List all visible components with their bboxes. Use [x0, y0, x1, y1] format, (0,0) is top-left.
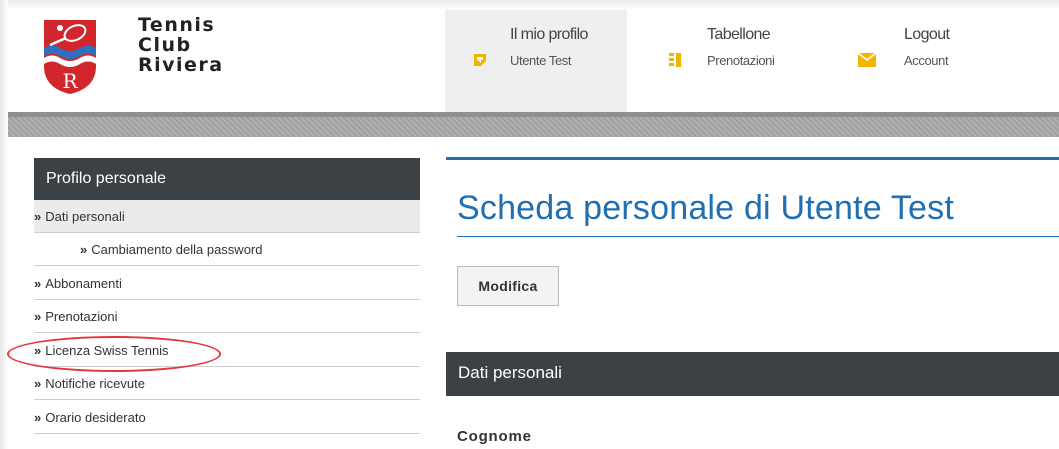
sidebar-item-orario-desiderato[interactable]: » Orario desiderato: [34, 401, 420, 434]
nav-tabellone[interactable]: Tabellone Prenotazioni: [627, 10, 827, 112]
shield-letter: R: [62, 69, 78, 93]
window-shadow-left: [0, 0, 8, 449]
sidebar-item-label: Dati personali: [45, 209, 125, 224]
page-title: Scheda personale di Utente Test: [457, 189, 955, 227]
edit-button[interactable]: Modifica: [457, 266, 559, 306]
sidebar-heading: Profilo personale: [34, 158, 420, 200]
nav-my-profile-subtitle: Utente Test: [510, 53, 572, 68]
sidebar-item-dati-personali[interactable]: » Dati personali: [34, 200, 420, 233]
sidebar-item-label: Cambiamento della password: [91, 242, 263, 257]
site-header: R Tennis Club Riviera Il mio profilo Ute…: [8, 10, 1059, 112]
club-name-line3: Riviera: [138, 54, 224, 76]
sidebar-item-cambiamento-password[interactable]: » Cambiamento della password: [34, 233, 420, 266]
nav-tabellone-title: Tabellone: [707, 26, 771, 43]
sidebar-item-prenotazioni[interactable]: » Prenotazioni: [34, 300, 420, 333]
nav-logout-subtitle: Account: [904, 53, 949, 68]
bullet-icon: »: [34, 276, 42, 291]
club-name-line2: Club: [138, 34, 192, 56]
nav-tabellone-subtitle: Prenotazioni: [707, 53, 775, 68]
sidebar-item-label: Prenotazioni: [45, 309, 118, 324]
nav-logout-title: Logout: [904, 26, 950, 43]
bullet-icon: »: [34, 209, 42, 224]
header-divider-edge: [8, 112, 1059, 117]
profile-icon: [474, 54, 486, 66]
club-shield-logo[interactable]: R: [42, 18, 98, 96]
nav-my-profile-title: Il mio profilo: [510, 26, 588, 43]
sidebar-item-label: Abbonamenti: [45, 276, 122, 291]
bullet-icon: »: [34, 376, 42, 391]
sidebar-item-label: Orario desiderato: [45, 410, 146, 425]
sidebar-item-label: Notifiche ricevute: [45, 376, 145, 391]
club-name[interactable]: Tennis Club Riviera: [138, 16, 224, 76]
sidebar-item-notifiche-ricevute[interactable]: » Notifiche ricevute: [34, 367, 420, 400]
envelope-icon: [858, 53, 876, 67]
section-heading-dati-personali: Dati personali: [446, 352, 1059, 396]
field-label-cognome: Cognome: [457, 428, 532, 445]
nav-logout[interactable]: Logout Account: [827, 10, 1027, 112]
bullet-icon: »: [80, 242, 88, 257]
grid-icon: [669, 53, 681, 67]
highlight-annotation-oval: [7, 336, 221, 372]
window-shadow-top: [0, 0, 1059, 10]
club-name-line1: Tennis: [138, 14, 216, 36]
bullet-icon: »: [34, 309, 42, 324]
sidebar-item-abbonamenti[interactable]: » Abbonamenti: [34, 267, 420, 300]
main-top-rule: [446, 157, 1059, 160]
nav-my-profile[interactable]: Il mio profilo Utente Test: [445, 10, 627, 112]
title-underline: [457, 236, 1059, 237]
bullet-icon: »: [34, 410, 42, 425]
